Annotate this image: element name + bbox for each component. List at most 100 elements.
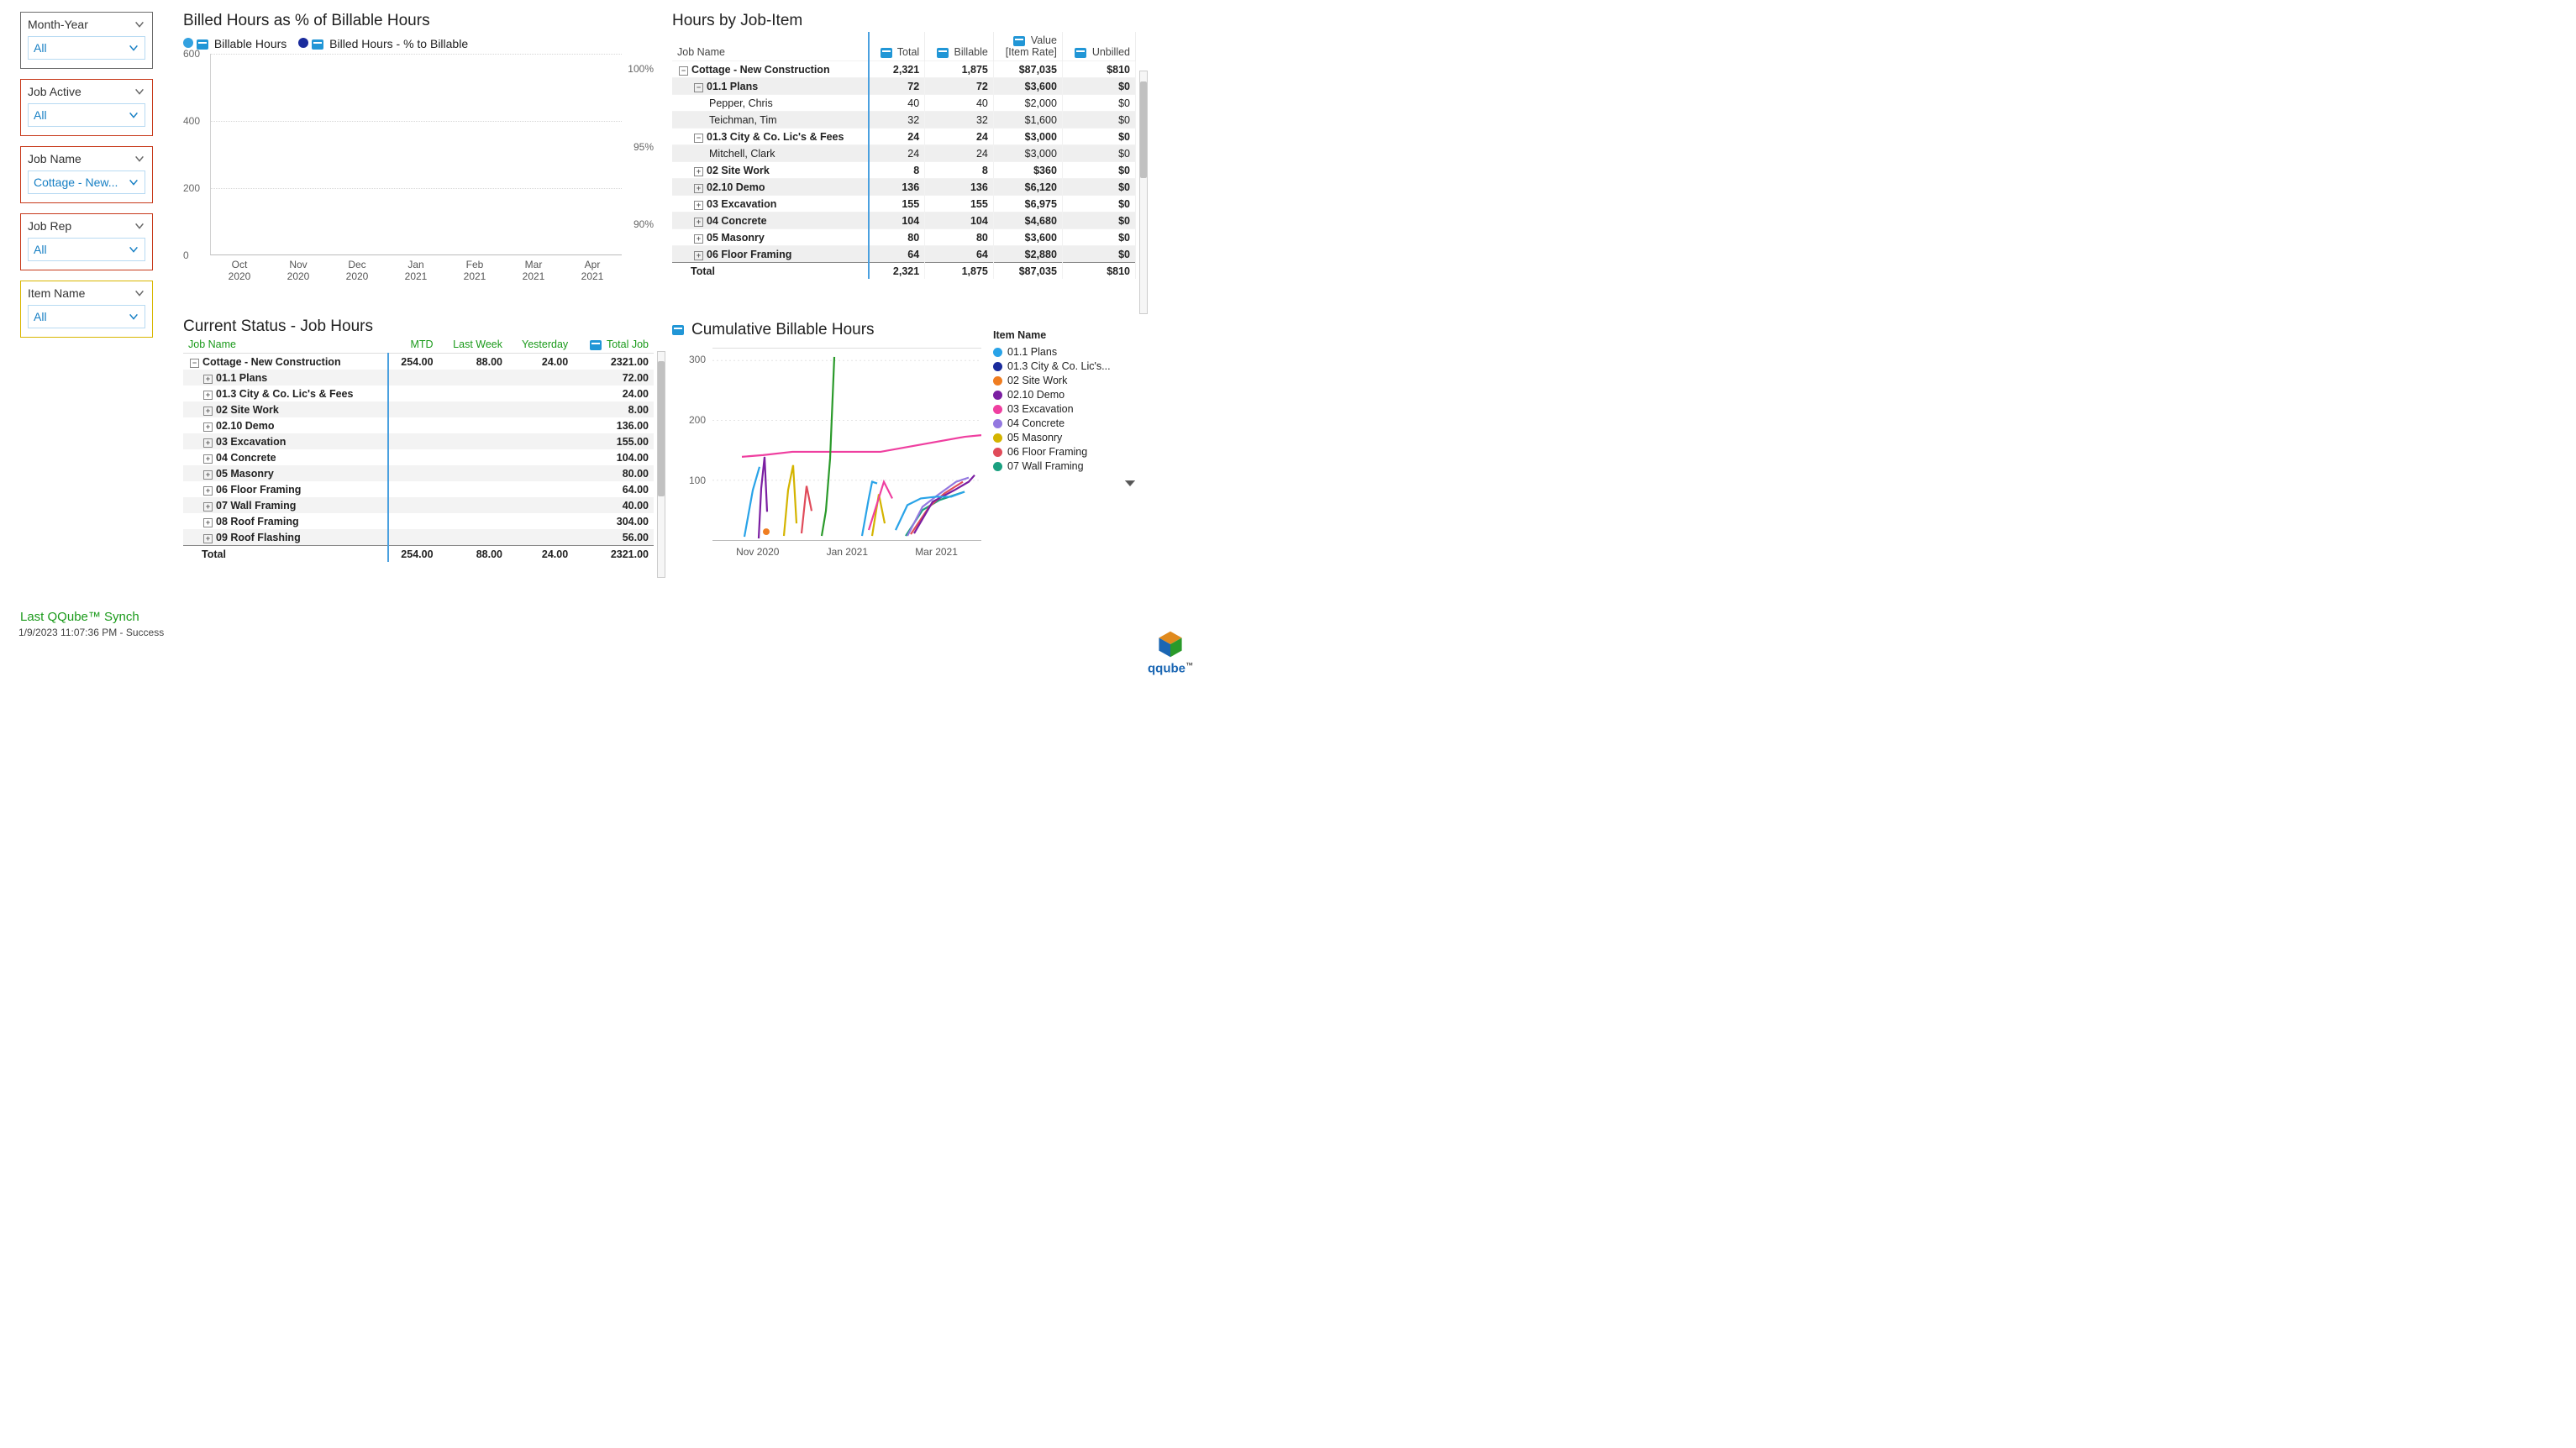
table-row[interactable]: −Cottage - New Construction 254.0088.002… [183,354,654,370]
slicer-header[interactable]: Item Name [28,286,145,300]
table-row[interactable]: −01.3 City & Co. Lic's & Fees 24 24$3,00… [672,129,1136,145]
table-row[interactable]: −01.1 Plans 72 72$3,600$0 [672,78,1136,95]
slicer-header[interactable]: Job Name [28,152,145,165]
table-row[interactable]: +02 Site Work 8 8$360$0 [672,162,1136,179]
current-status-table[interactable]: Job NameMTDLast WeekYesterday Total Job … [183,336,654,562]
chevron-down-icon[interactable] [1124,477,1136,489]
expand-icon[interactable]: + [203,375,213,384]
expand-icon[interactable]: + [694,184,703,193]
slicer-job-active[interactable]: Job Active All [20,79,153,136]
chevron-down-icon[interactable] [128,42,139,54]
chevron-down-icon[interactable] [134,86,145,97]
column-header[interactable]: Job Name [672,32,869,61]
slicer-header[interactable]: Month-Year [28,18,145,31]
legend-item[interactable]: 07 Wall Framing [993,460,1136,472]
table-scrollbar[interactable] [1139,71,1148,314]
slicer-job-name[interactable]: Job Name Cottage - New... [20,146,153,203]
table-row[interactable]: +08 Roof Framing 304.00 [183,513,654,529]
table-row[interactable]: −Cottage - New Construction 2,321 1,875$… [672,61,1136,78]
slicer-dropdown[interactable]: Cottage - New... [28,171,145,194]
chevron-down-icon[interactable] [128,109,139,121]
column-header[interactable]: Last Week [439,336,507,354]
table-row[interactable]: +06 Floor Framing 64.00 [183,481,654,497]
legend-item[interactable]: 01.3 City & Co. Lic's... [993,360,1136,372]
expand-icon[interactable]: + [203,518,213,527]
table-row[interactable]: +02.10 Demo 136 136$6,120$0 [672,179,1136,196]
expand-icon[interactable]: + [694,234,703,244]
expand-icon[interactable]: + [694,201,703,210]
column-header[interactable]: MTD [388,336,439,354]
collapse-icon[interactable]: − [694,134,703,143]
collapse-icon[interactable]: − [694,83,703,92]
calendar-icon [672,325,684,335]
expand-icon[interactable]: + [203,391,213,400]
table-row[interactable]: +02.10 Demo 136.00 [183,417,654,433]
column-header[interactable]: Total [869,32,925,61]
table-scrollbar[interactable] [657,351,665,578]
column-header[interactable]: Yesterday [507,336,573,354]
chevron-down-icon[interactable] [128,311,139,323]
expand-icon[interactable]: + [203,438,213,448]
chevron-down-icon[interactable] [134,287,145,299]
column-header[interactable]: Total Job [573,336,654,354]
slicer-label: Job Rep [28,219,71,233]
expand-icon[interactable]: + [203,422,213,432]
legend-item[interactable]: 03 Excavation [993,403,1136,415]
slicer-header[interactable]: Job Rep [28,219,145,233]
column-header[interactable]: Value[Item Rate] [993,32,1062,61]
slicer-label: Job Active [28,85,81,98]
chevron-down-icon[interactable] [128,244,139,255]
chevron-down-icon[interactable] [134,153,145,165]
cumulative-legend[interactable]: Item Name01.1 Plans01.3 City & Co. Lic's… [993,329,1136,491]
legend-item[interactable]: 02 Site Work [993,375,1136,386]
slicer-month-year[interactable]: Month-Year All [20,12,153,69]
column-header[interactable]: Billable [925,32,994,61]
table-row[interactable]: +04 Concrete 104 104$4,680$0 [672,212,1136,229]
slicer-header[interactable]: Job Active [28,85,145,98]
hours-by-job-item-table[interactable]: Job Name Total Billable Value[Item Rate]… [672,32,1136,279]
slicer-label: Item Name [28,286,85,300]
expand-icon[interactable]: + [203,454,213,464]
column-header[interactable]: Job Name [183,336,388,354]
table-row[interactable]: +03 Excavation 155 155$6,975$0 [672,196,1136,212]
table-row[interactable]: +04 Concrete 104.00 [183,449,654,465]
table-row[interactable]: +01.3 City & Co. Lic's & Fees 24.00 [183,386,654,401]
legend-item[interactable]: 04 Concrete [993,417,1136,429]
expand-icon[interactable]: + [203,502,213,512]
expand-icon[interactable]: + [694,167,703,176]
table-row[interactable]: +05 Masonry 80.00 [183,465,654,481]
expand-icon[interactable]: + [203,486,213,496]
collapse-icon[interactable]: − [190,359,199,368]
table-row[interactable]: +07 Wall Framing 40.00 [183,497,654,513]
table-row[interactable]: +09 Roof Flashing 56.00 [183,529,654,546]
chevron-down-icon[interactable] [128,176,139,188]
table-row[interactable]: +05 Masonry 80 80$3,600$0 [672,229,1136,246]
expand-icon[interactable]: + [203,470,213,480]
chevron-down-icon[interactable] [134,220,145,232]
legend-item[interactable]: 06 Floor Framing [993,446,1136,458]
expand-icon[interactable]: + [203,534,213,543]
legend-item[interactable]: 02.10 Demo [993,389,1136,401]
table-row[interactable]: Mitchell, Clark 24 24$3,000$0 [672,145,1136,162]
column-header[interactable]: Unbilled [1062,32,1135,61]
table-row[interactable]: +06 Floor Framing 64 64$2,880$0 [672,246,1136,263]
legend-item[interactable]: 01.1 Plans [993,346,1136,358]
table-row[interactable]: Pepper, Chris 40 40$2,000$0 [672,95,1136,112]
table-row[interactable]: +02 Site Work 8.00 [183,401,654,417]
table-row[interactable]: +03 Excavation 155.00 [183,433,654,449]
table-row[interactable]: Teichman, Tim 32 32$1,600$0 [672,112,1136,129]
expand-icon[interactable]: + [203,407,213,416]
slicer-job-rep[interactable]: Job Rep All [20,213,153,270]
slicer-dropdown[interactable]: All [28,305,145,328]
slicer-dropdown[interactable]: All [28,36,145,60]
legend-item[interactable]: 05 Masonry [993,432,1136,443]
collapse-icon[interactable]: − [679,66,688,76]
slicer-dropdown[interactable]: All [28,238,145,261]
table-row[interactable]: +01.1 Plans 72.00 [183,370,654,386]
chevron-down-icon[interactable] [134,18,145,30]
x-axis-label: Apr2021 [563,259,622,286]
slicer-item-name[interactable]: Item Name All [20,281,153,338]
slicer-dropdown[interactable]: All [28,103,145,127]
expand-icon[interactable]: + [694,251,703,260]
expand-icon[interactable]: + [694,218,703,227]
